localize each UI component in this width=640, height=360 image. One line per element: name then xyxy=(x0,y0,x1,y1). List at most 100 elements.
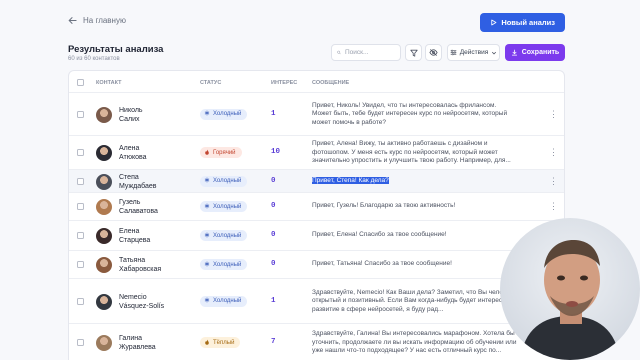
play-icon xyxy=(491,19,497,26)
avatar xyxy=(96,173,112,190)
contact-name: Николь Салих xyxy=(119,106,189,124)
message-text[interactable]: Здравствуйте, Галина! Вы интересовались … xyxy=(312,330,517,356)
status-badge: Холодный xyxy=(200,108,248,120)
more-options-icon[interactable]: ⋮ xyxy=(549,202,558,211)
presenter-image xyxy=(500,218,640,360)
message-text[interactable]: Привет, Николь! Увидел, что ты интересов… xyxy=(312,102,517,128)
more-options-icon[interactable]: ⋮ xyxy=(549,148,558,157)
column-interest: ИНТЕРЕС xyxy=(271,80,298,86)
message-content: Привет, Степа! Как дела? xyxy=(312,176,389,184)
contact-last-name: Атюкова xyxy=(119,154,147,161)
search-box[interactable] xyxy=(331,44,401,61)
arrow-left-icon xyxy=(68,17,77,24)
row-checkbox[interactable] xyxy=(77,232,84,239)
column-contact: КОНТАКТ xyxy=(96,80,122,86)
message-text[interactable]: Привет, Степа! Как дела? xyxy=(312,176,517,186)
table-row[interactable]: Гузель Салаватова Холодный 0 Привет, Гуз… xyxy=(69,193,564,221)
message-text[interactable]: Привет, Алена! Вижу, ты активно работаеш… xyxy=(312,140,517,166)
new-analysis-button[interactable]: Новый анализ xyxy=(480,13,565,32)
snowflake-icon xyxy=(204,261,210,269)
contact-name: Гузель Салаватова xyxy=(119,198,189,216)
row-checkbox[interactable] xyxy=(77,261,84,268)
avatar xyxy=(96,335,112,351)
message-text[interactable]: Привет, Елена! Спасибо за твое сообщение… xyxy=(312,231,517,240)
flame-icon xyxy=(204,339,210,347)
snowflake-icon xyxy=(204,297,210,305)
results-table: КОНТАКТ СТАТУС ИНТЕРЕС СООБЩЕНИЕ Николь … xyxy=(68,70,565,360)
download-icon xyxy=(511,49,517,56)
contact-name: Татьяна Хабаровская xyxy=(119,256,189,274)
contact-first-name: Степа xyxy=(119,173,139,181)
row-checkbox[interactable] xyxy=(77,177,84,185)
message-text[interactable]: Привет, Татьяна! Спасибо за твое сообщен… xyxy=(312,260,517,269)
status-label: Холодный xyxy=(213,111,242,117)
contact-first-name: Гузель xyxy=(119,199,141,206)
avatar xyxy=(96,228,112,244)
filter-button[interactable] xyxy=(405,44,422,61)
message-text[interactable]: Привет, Гузель! Благодарю за твою активн… xyxy=(312,202,517,211)
status-label: Холодный xyxy=(213,261,242,268)
table-row[interactable]: Алена Атюкова Горячий 10 Привет, Алена! … xyxy=(69,136,564,170)
contact-first-name: Галина xyxy=(119,335,143,342)
search-input[interactable] xyxy=(345,49,395,56)
contact-last-name: Vásquez-Solís xyxy=(119,302,165,310)
interest-score: 10 xyxy=(271,148,281,156)
snowflake-icon xyxy=(204,177,210,185)
new-analysis-label: Новый анализ xyxy=(501,18,555,27)
table-row[interactable]: Степа Муждабаев Холодный 0 Привет, Степа… xyxy=(69,170,564,193)
message-text[interactable]: Здравствуйте, Nemecio! Как Ваши дела? За… xyxy=(312,289,517,315)
chevron-down-icon xyxy=(492,51,497,54)
back-link[interactable]: На главную xyxy=(68,16,126,25)
more-options-icon[interactable]: ⋮ xyxy=(549,176,558,186)
save-button[interactable]: Сохранить xyxy=(505,44,565,61)
status-badge: Холодный xyxy=(200,175,248,187)
contact-last-name: Муждабаев xyxy=(119,182,157,190)
message-content: Здравствуйте, Nemecio! Как Ваши дела? За… xyxy=(312,288,513,313)
snowflake-icon xyxy=(204,110,210,118)
contact-name: Nemecio Vásquez-Solís xyxy=(119,293,189,311)
select-all-checkbox[interactable] xyxy=(77,79,84,86)
filter-icon xyxy=(409,49,418,57)
row-checkbox[interactable] xyxy=(77,297,84,305)
hide-button[interactable] xyxy=(425,44,442,61)
table-row[interactable]: Елена Старцева Холодный 0 Привет, Елена!… xyxy=(69,221,564,251)
interest-score: 0 xyxy=(271,176,276,185)
message-content: Привет, Татьяна! Спасибо за твое сообщен… xyxy=(312,260,452,267)
column-status: СТАТУС xyxy=(200,80,222,86)
status-badge: Тёплый xyxy=(200,337,241,348)
interest-score: 0 xyxy=(271,260,276,268)
snowflake-icon xyxy=(204,232,210,240)
actions-label: Действия xyxy=(459,49,489,56)
status-badge: Холодный xyxy=(200,201,248,212)
message-content: Привет, Елена! Спасибо за твое сообщение… xyxy=(312,231,447,238)
more-options-icon[interactable]: ⋮ xyxy=(549,109,558,119)
status-label: Горячий xyxy=(213,149,236,156)
interest-score: 0 xyxy=(271,231,276,239)
status-badge: Холодный xyxy=(200,259,248,270)
table-row[interactable]: Nemecio Vásquez-Solís Холодный 1 Здравст… xyxy=(69,279,564,324)
webcam-overlay xyxy=(500,218,640,360)
contact-name: Алена Атюкова xyxy=(119,144,189,162)
page-title: Результаты анализа xyxy=(68,44,164,55)
row-checkbox[interactable] xyxy=(77,110,84,118)
interest-score: 1 xyxy=(271,296,276,305)
interest-score: 1 xyxy=(271,109,276,118)
contact-last-name: Старцева xyxy=(119,237,151,244)
back-link-label: На главную xyxy=(83,16,126,25)
status-label: Холодный xyxy=(213,203,242,210)
actions-dropdown[interactable]: Действия xyxy=(447,44,500,61)
analysis-results-page: На главную Новый анализ Результаты анали… xyxy=(0,0,640,360)
sliders-icon xyxy=(450,49,457,56)
contact-first-name: Алена xyxy=(119,145,140,152)
table-row[interactable]: Татьяна Хабаровская Холодный 0 Привет, Т… xyxy=(69,251,564,279)
contact-name: Степа Муждабаев xyxy=(119,173,189,191)
table-row[interactable]: Галина Журавлева Тёплый 7 Здравствуйте, … xyxy=(69,324,564,360)
contact-last-name: Журавлева xyxy=(119,344,156,351)
search-icon xyxy=(337,50,341,55)
row-checkbox[interactable] xyxy=(77,149,84,156)
row-checkbox[interactable] xyxy=(77,203,84,210)
table-row[interactable]: Николь Салих Холодный 1 Привет, Николь! … xyxy=(69,93,564,136)
contacts-count: 60 из 60 контактов xyxy=(68,56,120,62)
row-checkbox[interactable] xyxy=(77,339,84,346)
contact-last-name: Салих xyxy=(119,115,140,123)
